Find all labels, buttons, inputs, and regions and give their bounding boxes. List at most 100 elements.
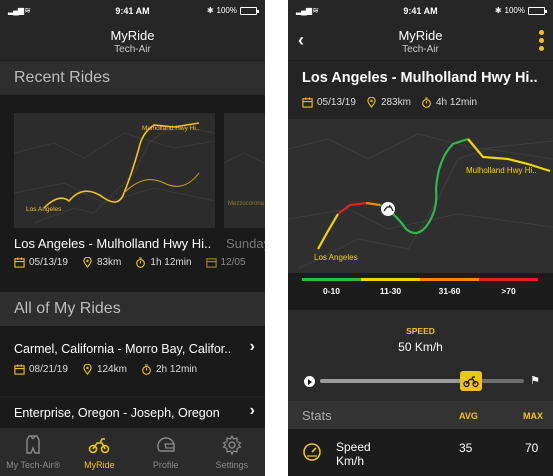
- nav-subtitle: Tech-Air: [402, 44, 439, 55]
- nav-bar: MyRide Tech-Air: [0, 22, 265, 60]
- motorbike-icon: [88, 434, 110, 456]
- location-pin-icon: [82, 364, 93, 375]
- speed-value: 50 Km/h: [398, 340, 443, 354]
- stopwatch-icon: [135, 257, 146, 268]
- map-end-label: Mulholland Hwy Hi..: [142, 125, 200, 132]
- ride-duration: 2h 12min: [155, 364, 198, 375]
- status-bar: ▂▄▆ ≋ 9:41 AM ✱ 100%: [288, 0, 553, 22]
- recent-rides-carousel[interactable]: Los Angeles Mulholland Hwy Hi.. Mezzocor…: [0, 95, 265, 292]
- battery-icon: [528, 6, 547, 15]
- calendar-icon: [14, 364, 25, 375]
- legend-label: 11-30: [379, 286, 402, 296]
- ride-list-screen: ▂▄▆ ≋ 9:41 AM ✱ 100% MyRide Tech-Air Rec…: [0, 0, 265, 476]
- tab-bar: My Tech-Air® MyRide Profile Settings: [0, 428, 265, 476]
- speed-label: SPEED: [406, 326, 435, 336]
- play-icon[interactable]: [304, 376, 315, 387]
- ride-duration: 1h 12min: [150, 257, 192, 268]
- legend-label: 0-10: [322, 286, 340, 296]
- ride-timeline[interactable]: ⚑: [304, 371, 540, 391]
- map-start-label: Los Angeles: [26, 206, 62, 213]
- tab-label: MyRide: [84, 460, 115, 470]
- location-pin-icon: [366, 97, 377, 108]
- status-bar: ▂▄▆ ≋ 9:41 AM ✱ 100%: [0, 0, 265, 22]
- tab-my-tech-air[interactable]: My Tech-Air®: [0, 428, 66, 476]
- ride-card-title[interactable]: Los Angeles - Mulholland Hwy Hi..: [14, 236, 211, 251]
- legend-swatch: [479, 278, 538, 281]
- timeline-progress: [320, 379, 471, 383]
- vest-icon: [22, 434, 44, 456]
- speed-legend: 0-10 11-30 31-60 >70: [302, 278, 538, 296]
- gear-icon: [221, 434, 243, 456]
- stats-avg-header: AVG: [459, 411, 478, 421]
- chevron-right-icon: ›: [249, 402, 255, 419]
- legend-label: 31-60: [438, 286, 461, 296]
- speedometer-icon: [302, 442, 322, 462]
- route-map-graphic: Los Angeles Mulholland Hwy Hi..: [288, 119, 553, 273]
- stopwatch-icon: [141, 364, 152, 375]
- speed-panel: SPEED 50 Km/h ⚑: [288, 310, 553, 401]
- map-next-label: Mezzocorona: [228, 201, 265, 207]
- nav-bar: ‹ MyRide Tech-Air: [288, 22, 553, 60]
- battery-icon: [240, 6, 259, 15]
- back-chevron-icon[interactable]: ‹: [298, 30, 304, 51]
- motorbike-icon: [463, 376, 479, 388]
- stat-unit: Km/h: [336, 454, 365, 468]
- ride-list-title: Carmel, California - Morro Bay, Califor.…: [14, 342, 232, 356]
- legend-swatch: [302, 278, 361, 281]
- ride-date: 05/13/19: [29, 257, 68, 268]
- all-rides-header: All of My Rides: [0, 292, 265, 326]
- ride-map-thumbnail-next[interactable]: Mezzocorona: [224, 113, 265, 228]
- route-date: 05/13/19: [317, 97, 356, 108]
- map-start-label: Los Angeles: [314, 253, 358, 262]
- route-distance: 283km: [380, 97, 411, 108]
- map-route-graphic: Los Angeles Mulholland Hwy Hi..: [14, 113, 215, 228]
- ride-detail-screen: ▂▄▆ ≋ 9:41 AM ✱ 100% ‹ MyRide Tech-Air L…: [288, 0, 553, 476]
- tab-myride[interactable]: MyRide: [66, 428, 132, 476]
- ride-list-meta: 08/21/19 124km 2h 12min: [14, 364, 211, 375]
- helmet-icon: [155, 434, 177, 456]
- ride-list-item[interactable]: Enterprise, Oregon - Joseph, Oregon ›: [0, 398, 265, 428]
- legend-swatch: [361, 278, 420, 281]
- route-map[interactable]: Los Angeles Mulholland Hwy Hi..: [288, 119, 553, 273]
- ride-list-title: Enterprise, Oregon - Joseph, Oregon: [14, 406, 220, 420]
- finish-flag-icon: ⚑: [530, 375, 540, 387]
- bluetooth-icon: ✱: [494, 6, 502, 15]
- tab-label: My Tech-Air®: [6, 460, 61, 470]
- calendar-icon: [302, 97, 313, 108]
- stopwatch-icon: [421, 97, 432, 108]
- timeline-handle[interactable]: [459, 371, 482, 391]
- tab-label: Settings: [215, 460, 249, 470]
- route-meta: 05/13/19 283km 4h 12min: [302, 97, 491, 108]
- stats-header: Stats AVG MAX: [288, 401, 553, 429]
- battery-percent: 100%: [216, 6, 237, 15]
- tab-profile[interactable]: Profile: [133, 428, 199, 476]
- ride-list-item[interactable]: Carmel, California - Morro Bay, Califor.…: [0, 326, 265, 396]
- location-pin-icon: [82, 257, 93, 268]
- ride-date: 08/21/19: [29, 364, 68, 375]
- tab-label: Profile: [152, 460, 179, 470]
- map-end-label: Mulholland Hwy Hi..: [466, 166, 537, 175]
- more-options-icon[interactable]: [539, 30, 544, 51]
- ride-map-thumbnail[interactable]: Los Angeles Mulholland Hwy Hi..: [14, 113, 215, 228]
- recent-rides-header: Recent Rides: [0, 61, 265, 95]
- timeline-track[interactable]: [320, 371, 524, 391]
- ride-card-title-next[interactable]: Sunday: [226, 236, 265, 251]
- speed-legend-bar: [302, 278, 538, 281]
- calendar-icon: [205, 257, 217, 268]
- stats-title: Stats: [302, 408, 332, 423]
- route-title: Los Angeles - Mulholland Hwy Hi..: [302, 70, 538, 86]
- battery-percent: 100%: [504, 6, 525, 15]
- nav-subtitle: Tech-Air: [114, 44, 151, 55]
- calendar-icon: [14, 257, 25, 268]
- map-route-graphic-next: Mezzocorona: [224, 113, 265, 228]
- ride-date-next: 12/05: [220, 257, 246, 268]
- route-duration: 4h 12min: [435, 97, 478, 108]
- tab-settings[interactable]: Settings: [199, 428, 265, 476]
- ride-distance: 83km: [96, 257, 122, 268]
- legend-label: >70: [501, 286, 516, 296]
- nav-title: MyRide: [110, 28, 155, 43]
- bluetooth-icon: ✱: [206, 6, 214, 15]
- legend-swatch: [420, 278, 479, 281]
- stat-name: Speed: [336, 440, 371, 454]
- nav-title: MyRide: [398, 28, 443, 43]
